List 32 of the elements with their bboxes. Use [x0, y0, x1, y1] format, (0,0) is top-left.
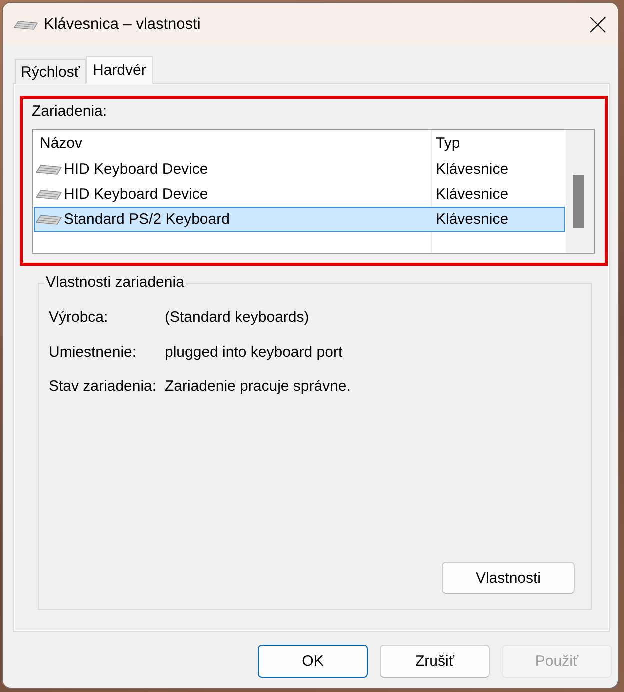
- tab[interactable]: Hardvér: [86, 56, 154, 84]
- scrollbar-thumb[interactable]: [573, 175, 584, 228]
- field-value: plugged into keyboard port: [165, 344, 343, 362]
- keyboard-icon: [36, 164, 62, 174]
- column-header[interactable]: Typ: [431, 135, 566, 152]
- device-name: Standard PS/2 Keyboard: [64, 211, 230, 228]
- tab[interactable]: Rýchlosť: [15, 59, 86, 84]
- device-row[interactable]: HID Keyboard Device Klávesnice: [34, 157, 565, 182]
- dialog-button[interactable]: OK: [258, 645, 368, 678]
- close-icon: [590, 16, 606, 32]
- field-value: (Standard keyboards): [165, 309, 310, 327]
- field-label: Umiestnenie:: [49, 344, 138, 362]
- device-row[interactable]: HID Keyboard Device Klávesnice: [34, 182, 565, 207]
- keyboard-icon: [14, 21, 38, 30]
- field-label: Stav zariadenia:: [49, 378, 158, 396]
- field-value: Zariadenie pracuje správne.: [165, 378, 351, 396]
- column-header[interactable]: Názov: [33, 135, 431, 152]
- keyboard-icon: [36, 190, 62, 200]
- device-type: Klávesnice: [435, 186, 510, 203]
- window-title: Klávesnica – vlastnosti: [44, 16, 201, 34]
- device-name: HID Keyboard Device: [64, 161, 208, 178]
- field-label: Výrobca:: [49, 309, 110, 327]
- device-type: Klávesnice: [435, 211, 510, 228]
- devices-label: Zariadenia:: [32, 103, 108, 121]
- device-type: Klávesnice: [435, 161, 510, 178]
- dialog-button[interactable]: Zrušiť: [380, 645, 490, 678]
- group-title: Vlastnosti zariadenia: [45, 274, 186, 292]
- device-row[interactable]: Standard PS/2 Keyboard Klávesnice: [34, 207, 565, 232]
- scrollbar[interactable]: [566, 130, 594, 253]
- device-name: HID Keyboard Device: [64, 186, 208, 203]
- properties-button[interactable]: Vlastnosti: [442, 562, 575, 594]
- keyboard-icon: [36, 214, 62, 224]
